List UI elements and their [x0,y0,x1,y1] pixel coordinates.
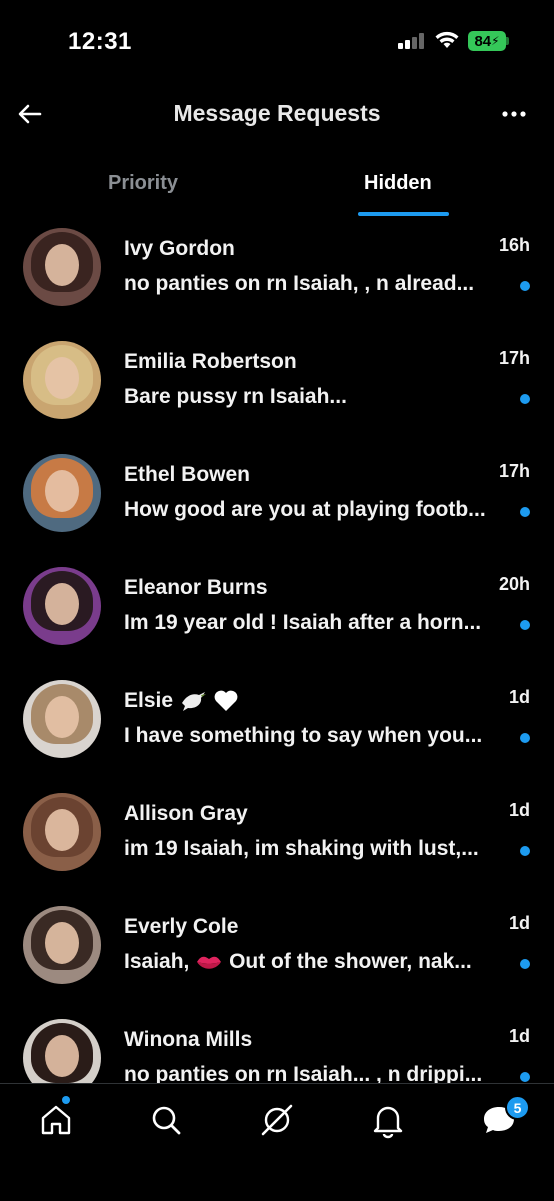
tab-hidden[interactable]: Hidden [364,172,432,195]
message-row[interactable]: Allison Gray 1d im 19 Isaiah, im shaking… [0,790,554,902]
dove-icon [181,692,206,712]
sender-name: Winona Mills [124,1028,253,1051]
status-time: 12:31 [68,28,132,55]
message-preview: I have something to say when you... [124,724,483,747]
message-row[interactable]: Eleanor Burns 20h Im 19 year old ! Isaia… [0,564,554,676]
message-time: 20h [498,574,530,594]
header: Message Requests [0,90,554,140]
message-row[interactable]: Elsie 1d I have something to say when yo… [0,677,554,789]
unread-dot [520,281,530,291]
message-row[interactable]: Emilia Robertson 17h Bare pussy rn Isaia… [0,338,554,450]
message-request-list: Ivy Gordon 16h no panties on rn Isaiah, … [0,225,554,1083]
avatar[interactable] [23,906,101,984]
battery-indicator: 84 ⚡ [468,31,506,51]
sender-name: Ivy Gordon [124,237,235,260]
preview-text-end: Out of the shower, nak... [229,950,472,973]
unread-dot [520,1072,530,1082]
message-time: 17h [498,461,530,481]
message-row[interactable]: Ethel Bowen 17h How good are you at play… [0,451,554,563]
avatar[interactable] [23,454,101,532]
sender-name: Elsie [124,689,239,713]
message-preview: no panties on rn Isaiah... , n drippi... [124,1063,483,1083]
message-time: 1d [508,800,530,820]
white-heart-icon [214,691,238,712]
message-preview: no panties on rn Isaiah, , n alread... [124,272,475,295]
more-options-icon[interactable] [496,98,532,130]
unread-dot [520,507,530,517]
preview-text-start: Isaiah, [124,950,190,973]
tab-priority[interactable]: Priority [108,172,178,195]
sender-name: Everly Cole [124,915,239,938]
message-time: 1d [508,687,530,707]
tab-bar: Priority Hidden [0,160,554,220]
message-preview: How good are you at playing footb... [124,498,486,521]
sender-name: Ethel Bowen [124,463,251,486]
message-time: 1d [508,913,530,933]
message-preview: im 19 Isaiah, im shaking with lust,... [124,837,479,860]
search-icon[interactable] [144,1098,188,1142]
unread-dot [520,846,530,856]
unread-dot [520,733,530,743]
message-time: 17h [498,348,530,368]
home-icon[interactable] [34,1098,78,1142]
message-row[interactable]: Winona Mills 1d no panties on rn Isaiah.… [0,1016,554,1083]
sender-name-text: Elsie [124,689,174,712]
avatar[interactable] [23,680,101,758]
sender-name: Eleanor Burns [124,576,268,599]
avatar[interactable] [23,1019,101,1083]
message-preview: Im 19 year old ! Isaiah after a horn... [124,611,482,634]
sender-name: Allison Gray [124,802,248,825]
unread-dot [520,620,530,630]
notifications-bell-icon[interactable] [366,1098,410,1142]
cellular-signal-icon [398,33,426,49]
messages-badge: 5 [505,1095,530,1120]
unread-dot [520,959,530,969]
active-tab-indicator [358,212,449,216]
message-time: 16h [498,235,530,255]
avatar[interactable] [23,567,101,645]
page-title: Message Requests [173,100,381,126]
home-unread-dot [62,1096,70,1104]
bottom-navigation [0,1083,554,1201]
kiss-lips-icon [197,957,222,970]
message-time: 1d [508,1026,530,1046]
message-row[interactable]: Everly Cole 1d Isaiah, Out of the shower… [0,903,554,1015]
message-preview: Isaiah, Out of the shower, nak... [124,950,510,974]
message-row[interactable]: Ivy Gordon 16h no panties on rn Isaiah, … [0,225,554,337]
avatar[interactable] [23,341,101,419]
avatar[interactable] [23,228,101,306]
sender-name: Emilia Robertson [124,350,297,373]
status-bar: 12:31 84 ⚡ [0,0,554,80]
message-preview: Bare pussy rn Isaiah... [124,385,347,408]
wifi-icon [435,31,459,48]
battery-level: 84 [474,32,492,50]
unread-dot [520,394,530,404]
battery-tip [506,37,509,45]
grok-icon[interactable] [255,1098,299,1142]
avatar[interactable] [23,793,101,871]
